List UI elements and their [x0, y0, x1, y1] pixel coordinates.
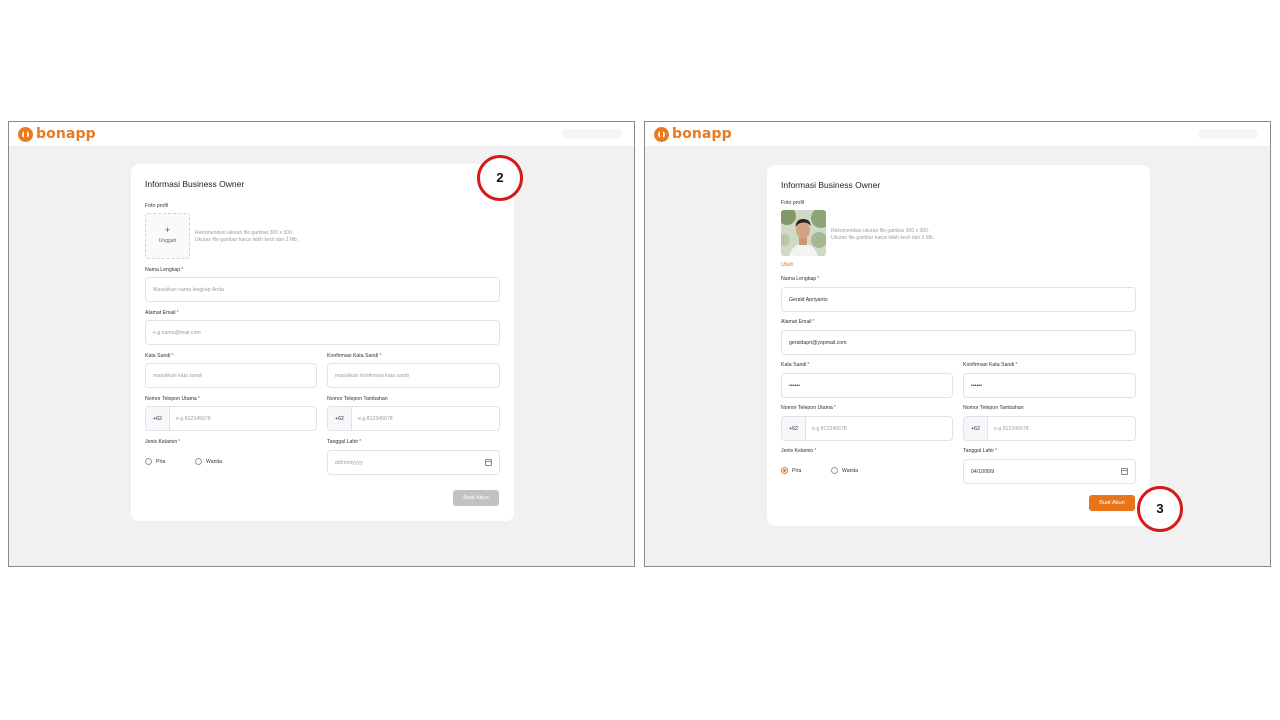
password-label: Kata Sandi* [145, 353, 174, 359]
change-photo-link[interactable]: Ubah [781, 262, 793, 268]
phone-input[interactable]: +62 e.g 812345678 [145, 406, 317, 431]
name-label: Nama Lengkap* [145, 267, 184, 273]
top-bar: bonapp [645, 122, 1270, 147]
phone-alt-placeholder: e.g 812345678 [994, 426, 1029, 432]
create-account-button-disabled[interactable]: Buat Akun [453, 490, 499, 506]
business-owner-form: Informasi Business Owner Foto profil Rek… [767, 165, 1150, 526]
business-owner-form: Informasi Business Owner Foto profil + U… [131, 164, 514, 521]
phone-alt-prefix: +62 [328, 407, 352, 430]
phone-alt-input[interactable]: +62 e.g 812345678 [327, 406, 500, 431]
photo-hint: Rekomendasi ukuran file gambar 300 x 300… [195, 230, 298, 243]
create-account-button[interactable]: Buat Akun [1089, 495, 1135, 511]
phone-label: Nomor Telepon Utama* [781, 405, 836, 411]
photo-label: Foto profil [781, 200, 805, 206]
gender-male-radio-selected[interactable]: Pria [781, 467, 801, 474]
email-input[interactable]: e.g nama@mail.com [145, 320, 500, 345]
phone-alt-label: Nomor Telepon Tambahan [327, 396, 388, 402]
photo-hint: Rekomendasi ukuran file gambar 300 x 300… [831, 228, 934, 241]
brand-logo[interactable]: bonapp [654, 126, 732, 142]
phone-placeholder: e.g 812345678 [812, 426, 847, 432]
email-value: geraldapri@yopmail.com [789, 340, 847, 346]
email-label: Alamat Email* [145, 310, 179, 316]
photo-label: Foto profil [145, 203, 169, 209]
password-value: •••••• [789, 383, 800, 389]
confirm-password-input[interactable]: •••••• [963, 373, 1136, 398]
phone-input[interactable]: +62 e.g 812345678 [781, 416, 953, 441]
plus-icon: + [164, 225, 171, 235]
brand-name: bonapp [36, 126, 96, 142]
dob-value: 04/10/999 [971, 469, 995, 475]
name-input[interactable]: Masukkan nama lengkap Anda [145, 277, 500, 302]
dob-label: Tanggal Lahir* [963, 448, 998, 454]
phone-alt-prefix: +62 [964, 417, 988, 440]
radio-icon [145, 458, 152, 465]
phone-alt-label: Nomor Telepon Tambahan [963, 405, 1024, 411]
radio-icon [831, 467, 838, 474]
phone-alt-input[interactable]: +62 e.g 812345678 [963, 416, 1136, 441]
photo-hint-limit: Ukuran file gambar harus lebih kecil dar… [195, 236, 299, 243]
email-placeholder: e.g nama@mail.com [153, 330, 201, 336]
bonapp-logo-icon [654, 126, 669, 142]
top-bar: bonapp [9, 122, 634, 147]
confirm-password-label: Konfirmasi Kata Sandi* [327, 353, 382, 359]
name-input[interactable]: Gerald Apriyanto [781, 287, 1136, 312]
photo-hint-limit: Ukuran file gambar harus lebih kecil dar… [831, 234, 935, 241]
password-input[interactable]: •••••• [781, 373, 953, 398]
name-value: Gerald Apriyanto [789, 297, 828, 303]
confirm-password-input[interactable]: masukkan konfirmasi kata sandi [327, 363, 500, 388]
brand-name: bonapp [672, 126, 732, 142]
confirm-password-placeholder: masukkan konfirmasi kata sandi [335, 373, 409, 379]
calendar-icon[interactable] [485, 459, 492, 466]
name-label: Nama Lengkap* [781, 276, 820, 282]
dob-label: Tanggal Lahir* [327, 439, 362, 445]
brand-logo[interactable]: bonapp [18, 126, 96, 142]
form-title: Informasi Business Owner [145, 179, 245, 189]
name-placeholder: Masukkan nama lengkap Anda [153, 287, 224, 293]
phone-prefix: +62 [782, 417, 806, 440]
upload-label: Unggah [158, 238, 177, 244]
photo-hint-size: Rekomendasi ukuran file gambar 300 x 300… [831, 228, 930, 234]
phone-placeholder: e.g 812345678 [176, 416, 211, 422]
gender-female-radio[interactable]: Wanita [195, 458, 222, 465]
radio-checked-icon [781, 467, 788, 474]
bonapp-logo-icon [18, 126, 33, 142]
dob-input[interactable]: 04/10/999 [963, 459, 1136, 484]
password-label: Kata Sandi* [781, 362, 810, 368]
app-window-empty-form: bonapp Informasi Business Owner Foto pro… [8, 121, 635, 567]
email-label: Alamat Email* [781, 319, 815, 325]
photo-hint-size: Rekomendasi ukuran file gambar 300 x 300… [195, 230, 294, 236]
password-placeholder: masukkan kata sandi [153, 373, 202, 379]
phone-alt-placeholder: e.g 812345678 [358, 416, 393, 422]
dob-placeholder: dd/mm/yyyy [335, 460, 363, 466]
profile-photo-image [781, 210, 826, 256]
radio-icon [195, 458, 202, 465]
phone-prefix: +62 [146, 407, 170, 430]
topbar-user-area [1198, 129, 1258, 139]
confirm-password-label: Konfirmasi Kata Sandi* [963, 362, 1018, 368]
dob-input[interactable]: dd/mm/yyyy [327, 450, 500, 475]
gender-label: Jenis Kelamin* [145, 439, 181, 445]
password-input[interactable]: masukkan kata sandi [145, 363, 317, 388]
email-input[interactable]: geraldapri@yopmail.com [781, 330, 1136, 355]
phone-label: Nomor Telepon Utama* [145, 396, 200, 402]
calendar-icon[interactable] [1121, 468, 1128, 475]
profile-photo [781, 210, 826, 256]
upload-photo-button[interactable]: + Unggah [145, 213, 190, 259]
gender-male-radio[interactable]: Pria [145, 458, 165, 465]
form-title: Informasi Business Owner [781, 180, 881, 190]
step-marker-2: 2 [477, 155, 523, 201]
topbar-user-area [562, 129, 622, 139]
step-marker-3: 3 [1137, 486, 1183, 532]
confirm-password-value: •••••• [971, 383, 982, 389]
gender-female-radio[interactable]: Wanita [831, 467, 858, 474]
gender-label: Jenis Kelamin* [781, 448, 817, 454]
